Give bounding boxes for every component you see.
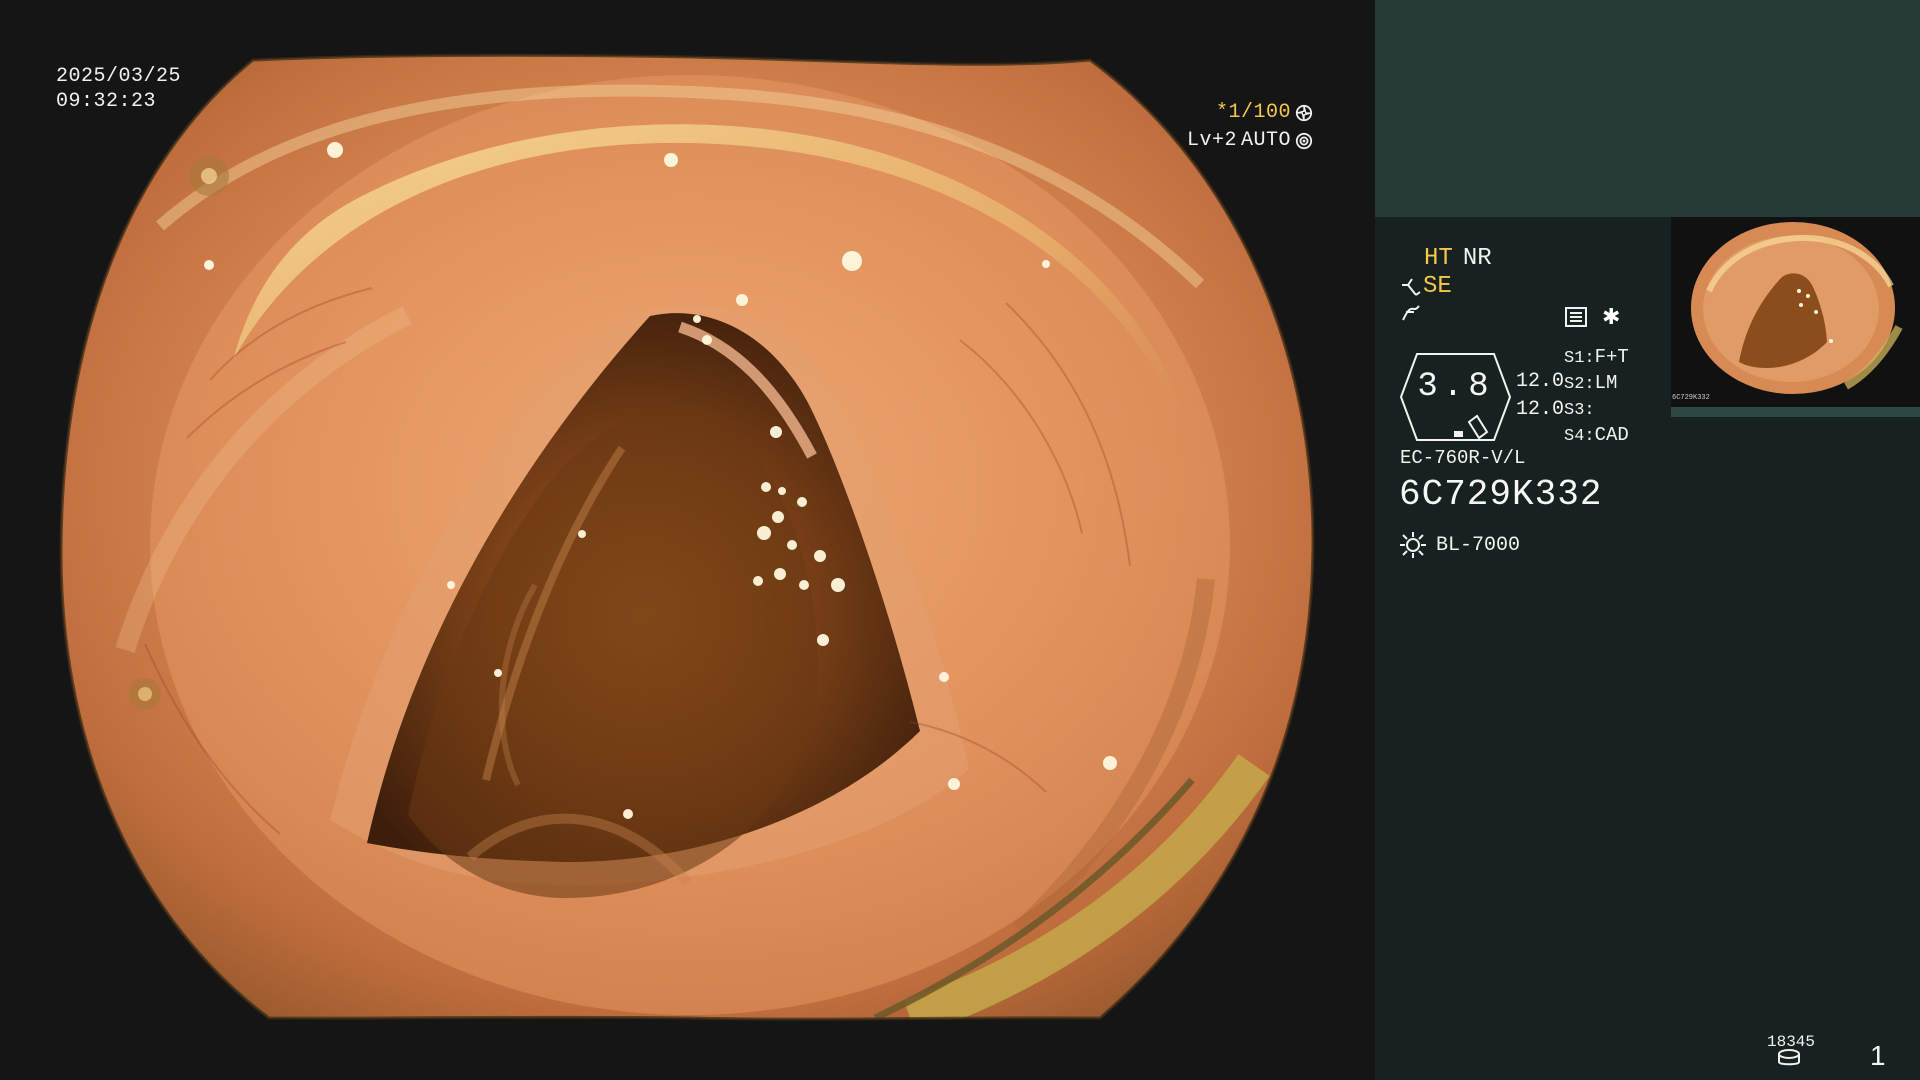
readout-column: 12.0 12.0 <box>1516 368 1564 424</box>
preset-label-1: S1: <box>1564 349 1595 368</box>
light-icon <box>1400 532 1426 558</box>
light-source-row: BL-7000 <box>1398 530 1520 560</box>
exposure-mode-row: Lv+2 AUTO <box>1187 127 1313 155</box>
preset-row-1: S1:F+T <box>1564 345 1629 371</box>
status-panel: HT NR SE ✱ 3.8 12.0 12.0 S1:F+T S2:LM S3… <box>1375 0 1920 1080</box>
se-row: SE <box>1399 272 1492 301</box>
preset-value-1: F+T <box>1594 346 1629 368</box>
preset-label-4: S4: <box>1564 427 1595 446</box>
capture-datetime: 2025/03/25 09:32:23 <box>56 64 181 114</box>
panel-header-area <box>1375 0 1920 217</box>
thumbnail-preview <box>1671 217 1920 407</box>
menu-icon <box>1565 307 1587 327</box>
endoscopy-view: 2025/03/25 09:32:23 *1/100 Lv+2 AUTO <box>0 0 1373 1080</box>
scope-model: EC-760R-V/L <box>1400 447 1526 469</box>
se-label: SE <box>1423 273 1452 300</box>
target-icon <box>1295 132 1313 150</box>
capture-time: 09:32:23 <box>56 90 157 113</box>
preset-row-3: S3: <box>1564 397 1629 423</box>
preset-list: S1:F+T S2:LM S3: S4:CAD <box>1564 345 1629 449</box>
preset-value-4: CAD <box>1594 424 1629 446</box>
aperture-icon <box>1295 104 1313 122</box>
thumbnail-serial-label: 6C729K332 <box>1672 394 1710 402</box>
page-number: 1 <box>1870 1040 1886 1071</box>
fold-icon <box>1402 277 1421 296</box>
level-value: Lv+2 <box>1186 129 1237 152</box>
ht-label: HT <box>1424 245 1453 272</box>
star-icon: ✱ <box>1602 304 1621 329</box>
mode-value: AUTO <box>1240 129 1291 152</box>
preset-label-3: S3: <box>1564 401 1595 420</box>
colonoscopy-image <box>0 0 1373 1080</box>
scope-serial: 6C729K332 <box>1399 474 1603 515</box>
ht-nr-row: HT NR <box>1399 244 1492 273</box>
readout-value-2: 12.0 <box>1516 398 1565 421</box>
thumbnail-image <box>1671 217 1920 407</box>
capture-date: 2025/03/25 <box>56 65 182 88</box>
shutter-row: *1/100 <box>1187 99 1313 127</box>
preset-label-2: S2: <box>1564 375 1595 394</box>
thumbnail-footer-bar <box>1671 407 1920 417</box>
endoscopy-screen: 2025/03/25 09:32:23 *1/100 Lv+2 AUTO HT … <box>0 0 1920 1080</box>
readout-value-1: 12.0 <box>1516 370 1565 393</box>
storage-icon <box>1778 1049 1800 1066</box>
shutter-value: *1/100 <box>1215 101 1291 124</box>
preset-value-2: LM <box>1594 372 1618 394</box>
enhancement-status: HT NR SE <box>1399 244 1492 326</box>
light-source-label: BL-7000 <box>1436 533 1521 557</box>
exposure-readout: *1/100 Lv+2 AUTO <box>1187 99 1313 155</box>
wave-row <box>1399 302 1492 326</box>
preset-row-2: S2:LM <box>1564 371 1629 397</box>
nr-label: NR <box>1462 245 1492 272</box>
wave-icon <box>1402 305 1420 321</box>
gauge-value: 3.8 <box>1417 368 1494 406</box>
preset-row-4: S4:CAD <box>1564 423 1629 449</box>
